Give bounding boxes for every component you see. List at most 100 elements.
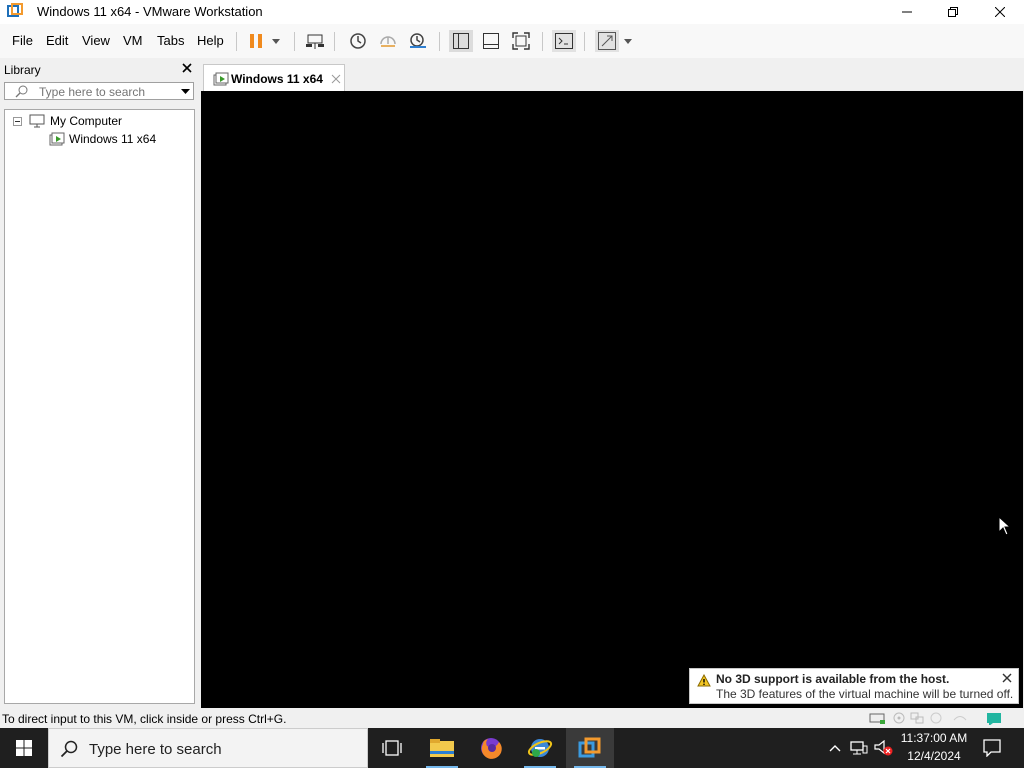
restore-icon <box>948 7 958 17</box>
pause-button[interactable] <box>244 30 268 52</box>
title-bar: Windows 11 x64 - VMware Workstation <box>0 0 1024 24</box>
take-snapshot-button[interactable] <box>346 30 370 52</box>
start-button[interactable] <box>0 728 48 768</box>
vmware-app-icon <box>7 3 23 17</box>
window-title: Windows 11 x64 - VMware Workstation <box>37 4 263 19</box>
chevron-down-icon <box>624 38 632 44</box>
menu-file[interactable]: File <box>12 33 33 48</box>
notification-body: The 3D features of the virtual machine w… <box>716 687 1014 701</box>
sound-card-icon[interactable] <box>953 712 967 724</box>
collapse-toggle-icon[interactable] <box>13 117 22 126</box>
taskbar-search-text: Type here to search <box>89 741 222 758</box>
library-panel: Library My Computer Windows 11 x64 <box>0 58 198 708</box>
toolbar-separator <box>294 32 295 51</box>
internet-explorer-button[interactable] <box>516 728 564 768</box>
menu-help[interactable]: Help <box>197 33 224 48</box>
firefox-icon <box>481 738 502 759</box>
volume-muted-icon[interactable] <box>874 740 894 756</box>
tree-item-my-computer[interactable]: My Computer <box>50 114 122 128</box>
revert-snapshot-button[interactable] <box>376 30 400 52</box>
thumbnail-bar-icon <box>483 33 499 49</box>
console-view-button[interactable] <box>552 30 576 52</box>
show-library-button[interactable] <box>449 30 473 52</box>
cd-dvd-icon[interactable] <box>893 712 905 724</box>
mouse-cursor-icon <box>998 516 1012 536</box>
minimize-icon <box>902 11 912 13</box>
clock-time[interactable]: 11:37:00 AM <box>896 731 972 745</box>
toolbar-separator <box>439 32 440 51</box>
library-tree: My Computer Windows 11 x64 <box>4 109 195 704</box>
send-ctrl-alt-del-button[interactable] <box>303 30 327 52</box>
menu-tabs[interactable]: Tabs <box>157 33 184 48</box>
hard-disk-icon[interactable] <box>869 711 887 725</box>
menu-edit[interactable]: Edit <box>46 33 68 48</box>
menu-vm[interactable]: VM <box>123 33 143 48</box>
network-adapter-icon[interactable] <box>910 712 924 724</box>
keyboard-network-icon <box>306 34 324 49</box>
restore-button[interactable] <box>930 0 976 24</box>
windows-logo-icon <box>16 740 32 756</box>
tab-label: Windows 11 x64 <box>231 72 323 86</box>
snapshot-manager-button[interactable] <box>406 30 430 52</box>
network-icon[interactable] <box>850 740 868 756</box>
taskbar-search-box[interactable]: Type here to search <box>48 728 368 768</box>
tab-windows-11-vm[interactable]: Windows 11 x64 <box>203 64 345 91</box>
computer-icon <box>29 114 45 128</box>
stretch-icon <box>598 32 616 50</box>
vm-running-icon <box>213 72 229 86</box>
toolbar-separator <box>334 32 335 51</box>
minimize-button[interactable] <box>884 0 930 24</box>
show-thumbnail-bar-button[interactable] <box>479 30 503 52</box>
vm-display[interactable] <box>201 91 1023 708</box>
status-text: To direct input to this VM, click inside… <box>2 712 287 726</box>
chevron-up-icon[interactable] <box>829 744 841 752</box>
vm-tab-strip: Windows 11 x64 <box>200 58 1024 91</box>
menu-view[interactable]: View <box>82 33 110 48</box>
toolbar-separator <box>584 32 585 51</box>
full-screen-button[interactable] <box>509 30 533 52</box>
toolbar-separator <box>542 32 543 51</box>
search-icon <box>60 740 78 758</box>
full-screen-icon <box>512 32 530 50</box>
close-notification-icon[interactable] <box>1001 672 1013 684</box>
vmware-icon <box>578 737 601 758</box>
power-dropdown-button[interactable] <box>266 30 286 52</box>
vm-running-icon <box>49 132 65 146</box>
chevron-down-icon[interactable] <box>181 89 190 94</box>
warning-icon <box>697 674 711 687</box>
tree-item-windows-11-vm[interactable]: Windows 11 x64 <box>69 132 156 146</box>
revert-snapshot-icon <box>380 36 396 47</box>
snapshot-clock-icon <box>350 33 366 49</box>
firefox-button[interactable] <box>467 728 515 768</box>
library-search-input[interactable] <box>39 85 179 99</box>
notification-center-icon[interactable] <box>983 739 1001 757</box>
task-view-icon <box>382 740 402 756</box>
toolbar-separator <box>236 32 237 51</box>
vmware-taskbar-button[interactable] <box>566 728 614 768</box>
usb-device-icon[interactable] <box>930 712 942 724</box>
close-library-icon[interactable] <box>180 61 194 75</box>
stretch-dropdown-button[interactable] <box>619 30 637 52</box>
close-tab-icon[interactable] <box>330 73 342 85</box>
library-search-box[interactable] <box>4 82 194 100</box>
ie-icon <box>527 739 553 757</box>
close-icon <box>995 7 1005 17</box>
file-explorer-icon <box>430 739 454 757</box>
task-view-button[interactable] <box>368 728 416 768</box>
close-window-button[interactable] <box>977 0 1023 24</box>
no-3d-support-notification: No 3D support is available from the host… <box>689 668 1019 704</box>
console-icon <box>555 33 573 49</box>
menu-bar: File Edit View VM Tabs Help <box>0 24 1024 58</box>
windows-taskbar: Type here to search 11:37:00 AM 12/4/202… <box>0 728 1024 768</box>
clock-date[interactable]: 12/4/2024 <box>896 749 972 763</box>
stretch-guest-button[interactable] <box>595 30 619 52</box>
search-icon <box>15 85 28 98</box>
snapshot-manager-icon <box>410 33 426 48</box>
status-bar: To direct input to this VM, click inside… <box>0 708 1024 728</box>
file-explorer-button[interactable] <box>418 728 466 768</box>
library-title: Library <box>4 63 41 77</box>
library-panel-icon <box>453 33 469 49</box>
message-log-icon[interactable] <box>986 712 1002 725</box>
pause-icon <box>250 34 262 48</box>
chevron-down-icon <box>272 38 280 44</box>
